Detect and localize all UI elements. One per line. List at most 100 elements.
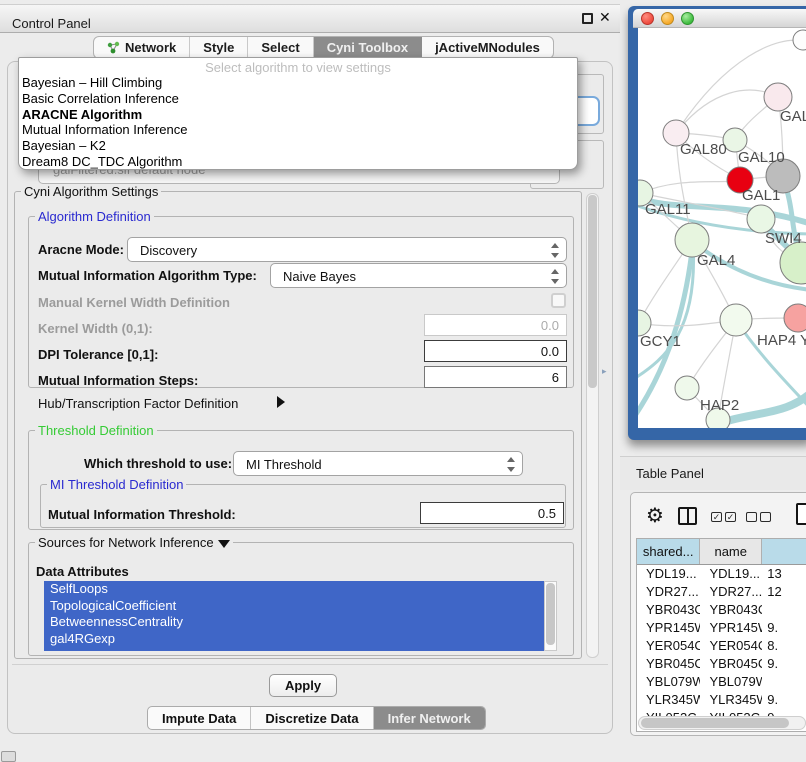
checked-checkbox-icon[interactable]: ✓ <box>711 512 722 522</box>
table-cell[interactable]: YBL079W <box>637 673 700 691</box>
table-cell[interactable]: YLR345W <box>700 691 762 709</box>
network-node[interactable] <box>780 242 806 284</box>
minimized-panel-icon[interactable] <box>1 751 16 762</box>
float-window-icon[interactable] <box>582 13 593 24</box>
attribute-list-item[interactable]: BetweennessCentrality <box>44 614 544 631</box>
table-cell[interactable]: 13 <box>762 565 806 583</box>
table-cell[interactable]: YBR043C <box>637 601 700 619</box>
table-cell[interactable]: YER054C <box>637 637 700 655</box>
tab-discretize-data[interactable]: Discretize Data <box>251 707 373 729</box>
table-hscrollbar-thumb[interactable] <box>641 718 789 728</box>
expand-arrow-icon[interactable] <box>277 396 285 408</box>
table-mode-icon[interactable] <box>796 503 806 525</box>
splitpane-handle-icon[interactable]: ▸ <box>602 366 607 377</box>
mi-threshold-field[interactable] <box>420 502 564 524</box>
tab-network[interactable]: Network <box>94 37 190 58</box>
attribute-list-item[interactable]: gal4RGexp <box>44 631 544 648</box>
tab-style[interactable]: Style <box>190 37 248 58</box>
node-label: GAL11 <box>645 201 691 218</box>
close-window-icon[interactable]: ✕ <box>599 9 611 26</box>
table-cell[interactable]: 12 <box>762 583 806 601</box>
node-label: GAL <box>780 108 806 125</box>
tab-cyni-toolbox[interactable]: Cyni Toolbox <box>314 37 422 58</box>
table-cell[interactable]: YDL19... <box>700 565 762 583</box>
node-label: SWI4 <box>765 230 802 247</box>
table-cell[interactable]: YBR045C <box>637 655 700 673</box>
algorithm-option[interactable]: Mutual Information Inference <box>19 122 577 138</box>
gear-icon[interactable]: ⚙ <box>646 503 664 528</box>
column-layout-icon[interactable] <box>678 507 697 525</box>
network-node[interactable] <box>720 304 752 336</box>
minimize-traffic-light-icon[interactable] <box>661 12 674 25</box>
algorithm-option[interactable]: Bayesian – Hill Climbing <box>19 75 577 91</box>
table-cell[interactable]: 9. <box>762 619 806 637</box>
table-row[interactable]: YLR345WYLR345W9. <box>637 691 806 709</box>
control-panel-titlebar: Control Panel <box>0 4 620 33</box>
kernel-width-field[interactable] <box>424 314 567 336</box>
table-cell[interactable]: YER054C <box>700 637 762 655</box>
hub-definition-label[interactable]: Hub/Transcription Factor Definition <box>38 396 238 411</box>
table-cell[interactable]: YBR045C <box>700 655 762 673</box>
algorithm-option[interactable]: Basic Correlation Inference <box>19 91 577 107</box>
tab-label: Style <box>203 40 234 55</box>
apply-button[interactable]: Apply <box>269 674 337 697</box>
tab-impute-data[interactable]: Impute Data <box>148 707 251 729</box>
table-cell[interactable]: YDR27... <box>700 583 762 601</box>
column-header-partial[interactable] <box>762 539 806 564</box>
attribute-list-item[interactable]: SelfLoops <box>44 581 544 598</box>
aracne-mode-value: Discovery <box>140 243 197 258</box>
sources-title-text[interactable]: Sources for Network Inference <box>38 535 214 550</box>
table-cell[interactable]: YBR043C <box>700 601 762 619</box>
algorithm-option[interactable]: Bayesian – K2 <box>19 138 577 154</box>
column-header-shared-name[interactable]: shared... <box>637 539 700 564</box>
tab-select[interactable]: Select <box>248 37 313 58</box>
table-row[interactable]: YER054CYER054C8. <box>637 637 806 655</box>
table-cell[interactable]: YLR345W <box>637 691 700 709</box>
table-cell[interactable]: YPR145W <box>637 619 700 637</box>
network-node[interactable] <box>675 376 699 400</box>
network-node[interactable] <box>747 205 775 233</box>
which-threshold-combobox[interactable]: MI Threshold <box>233 451 523 476</box>
attributes-scrollbar-thumb[interactable] <box>546 583 555 645</box>
unchecked-checkbox-icon[interactable] <box>746 512 757 522</box>
settings-scrollbar-thumb[interactable] <box>588 195 597 388</box>
table-row[interactable]: YBR043CYBR043C <box>637 601 806 619</box>
checked-checkbox-icon[interactable]: ✓ <box>725 512 736 522</box>
table-row[interactable]: YPR145WYPR145W9. <box>637 619 806 637</box>
table-row[interactable]: YBL079WYBL079W <box>637 673 806 691</box>
table-cell[interactable]: 8. <box>762 637 806 655</box>
mi-steps-field[interactable] <box>424 366 567 388</box>
table-row[interactable]: YDL19...YDL19...13 <box>637 565 806 583</box>
dpi-tolerance-field[interactable] <box>424 340 567 362</box>
zoom-traffic-light-icon[interactable] <box>681 12 694 25</box>
table-cell[interactable] <box>762 673 806 691</box>
aracne-mode-combobox[interactable]: Discovery <box>127 237 567 262</box>
close-traffic-light-icon[interactable] <box>641 12 654 25</box>
network-node[interactable] <box>764 83 792 111</box>
table-row[interactable]: YDR27...YDR27...12 <box>637 583 806 601</box>
unchecked-checkbox-icon[interactable] <box>760 512 771 522</box>
tab-infer-network[interactable]: Infer Network <box>374 707 485 729</box>
table-cell[interactable]: YDR27... <box>637 583 700 601</box>
algorithm-option[interactable]: Dream8 DC_TDC Algorithm <box>19 154 577 170</box>
table-cell[interactable]: YBL079W <box>700 673 762 691</box>
tab-jactivemnodules[interactable]: jActiveMNodules <box>422 37 553 58</box>
manual-kernel-width-checkbox[interactable] <box>551 293 566 308</box>
network-node[interactable] <box>793 30 806 50</box>
column-header-name[interactable]: name <box>700 539 762 564</box>
table-cell[interactable]: 9. <box>762 655 806 673</box>
mi-threshold-label: Mutual Information Threshold: <box>48 507 236 522</box>
table-cell[interactable]: 9. <box>762 691 806 709</box>
algorithm-option[interactable]: ARACNE Algorithm <box>19 107 577 123</box>
table-cell[interactable]: YDL19... <box>637 565 700 583</box>
attribute-list-item[interactable]: TopologicalCoefficient <box>44 598 544 615</box>
network-canvas[interactable]: GALGAL80GAL10GAL1GAL11SWI4GAL4GCY1HAP4YH… <box>638 28 806 428</box>
table-row[interactable]: YBR045CYBR045C9. <box>637 655 806 673</box>
network-window-titlebar[interactable] <box>633 9 806 28</box>
network-node[interactable] <box>784 304 806 332</box>
mi-algorithm-type-combobox[interactable]: Naive Bayes <box>270 263 567 288</box>
dpi-tolerance-label: DPI Tolerance [0,1]: <box>38 347 158 362</box>
collapse-arrow-icon[interactable] <box>218 540 230 548</box>
table-cell[interactable]: YPR145W <box>700 619 762 637</box>
table-cell[interactable] <box>762 601 806 619</box>
